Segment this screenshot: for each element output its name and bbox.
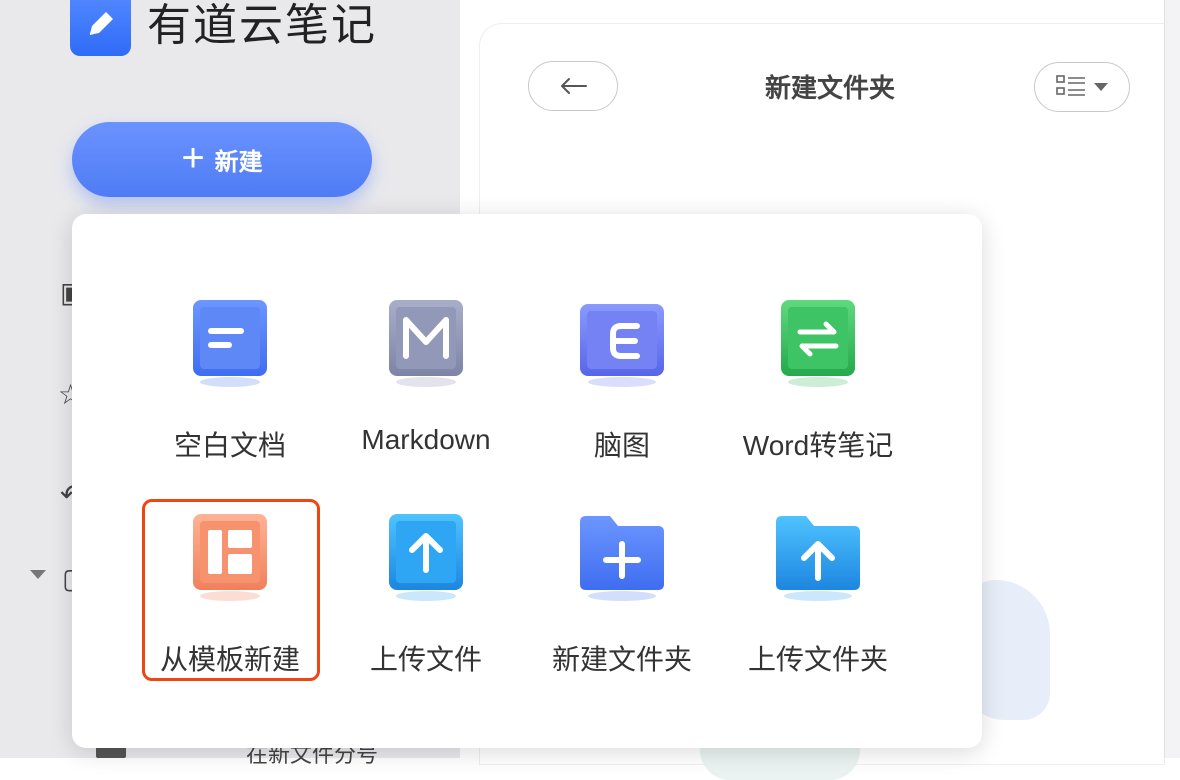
view-mode-button[interactable]	[1034, 62, 1130, 112]
app-title: 有道云笔记	[147, 1, 377, 50]
new-button-label: 新建	[214, 149, 263, 176]
menu-item-label: 上传文件	[369, 644, 482, 675]
menu-item-label: 从模板新建	[159, 644, 300, 675]
page-title: 新建文件夹	[764, 73, 895, 103]
blank-doc-icon	[193, 300, 267, 387]
menu-item-blank-doc[interactable]: 空白文档	[140, 298, 320, 474]
collapse-caret-icon[interactable]	[30, 570, 46, 579]
menu-item-upload-file[interactable]: 上传文件	[336, 512, 516, 688]
menu-item-word-convert[interactable]: Word转笔记	[728, 298, 908, 474]
menu-item-label: 新建文件夹	[551, 644, 692, 675]
menu-item-upload-folder[interactable]: 上传文件夹	[728, 512, 908, 688]
scrollbar[interactable]	[1164, 0, 1180, 758]
arrow-left-icon	[561, 78, 587, 94]
mindmap-icon	[580, 304, 664, 387]
upload-folder-icon	[776, 516, 860, 601]
menu-item-label: 空白文档	[173, 430, 286, 461]
template-icon	[193, 514, 267, 601]
menu-item-markdown[interactable]: Markdown	[336, 298, 516, 474]
menu-item-label: Word转笔记	[742, 430, 894, 461]
menu-item-label: 上传文件夹	[747, 644, 888, 675]
chevron-down-icon	[1094, 83, 1108, 91]
menu-item-mindmap[interactable]: 脑图	[532, 298, 712, 474]
word-convert-icon	[781, 300, 855, 387]
pen-icon	[89, 12, 113, 35]
app-logo	[70, 0, 131, 56]
menu-item-label: Markdown	[361, 424, 491, 455]
menu-item-label: 脑图	[593, 430, 650, 461]
markdown-icon	[389, 300, 463, 387]
list-view-icon	[1056, 75, 1085, 96]
menu-item-template[interactable]: 从模板新建	[140, 512, 320, 688]
new-button[interactable]: + 新建	[72, 122, 372, 197]
plus-icon: +	[181, 135, 205, 180]
upload-file-icon	[389, 514, 463, 601]
menu-item-new-folder[interactable]: 新建文件夹	[532, 512, 712, 688]
back-button[interactable]	[528, 61, 618, 111]
new-folder-icon	[580, 516, 664, 601]
new-menu-popup: 空白文档 Markdown 脑图 Word转笔记 从模板新建 上传文件 新建文件…	[72, 214, 982, 748]
